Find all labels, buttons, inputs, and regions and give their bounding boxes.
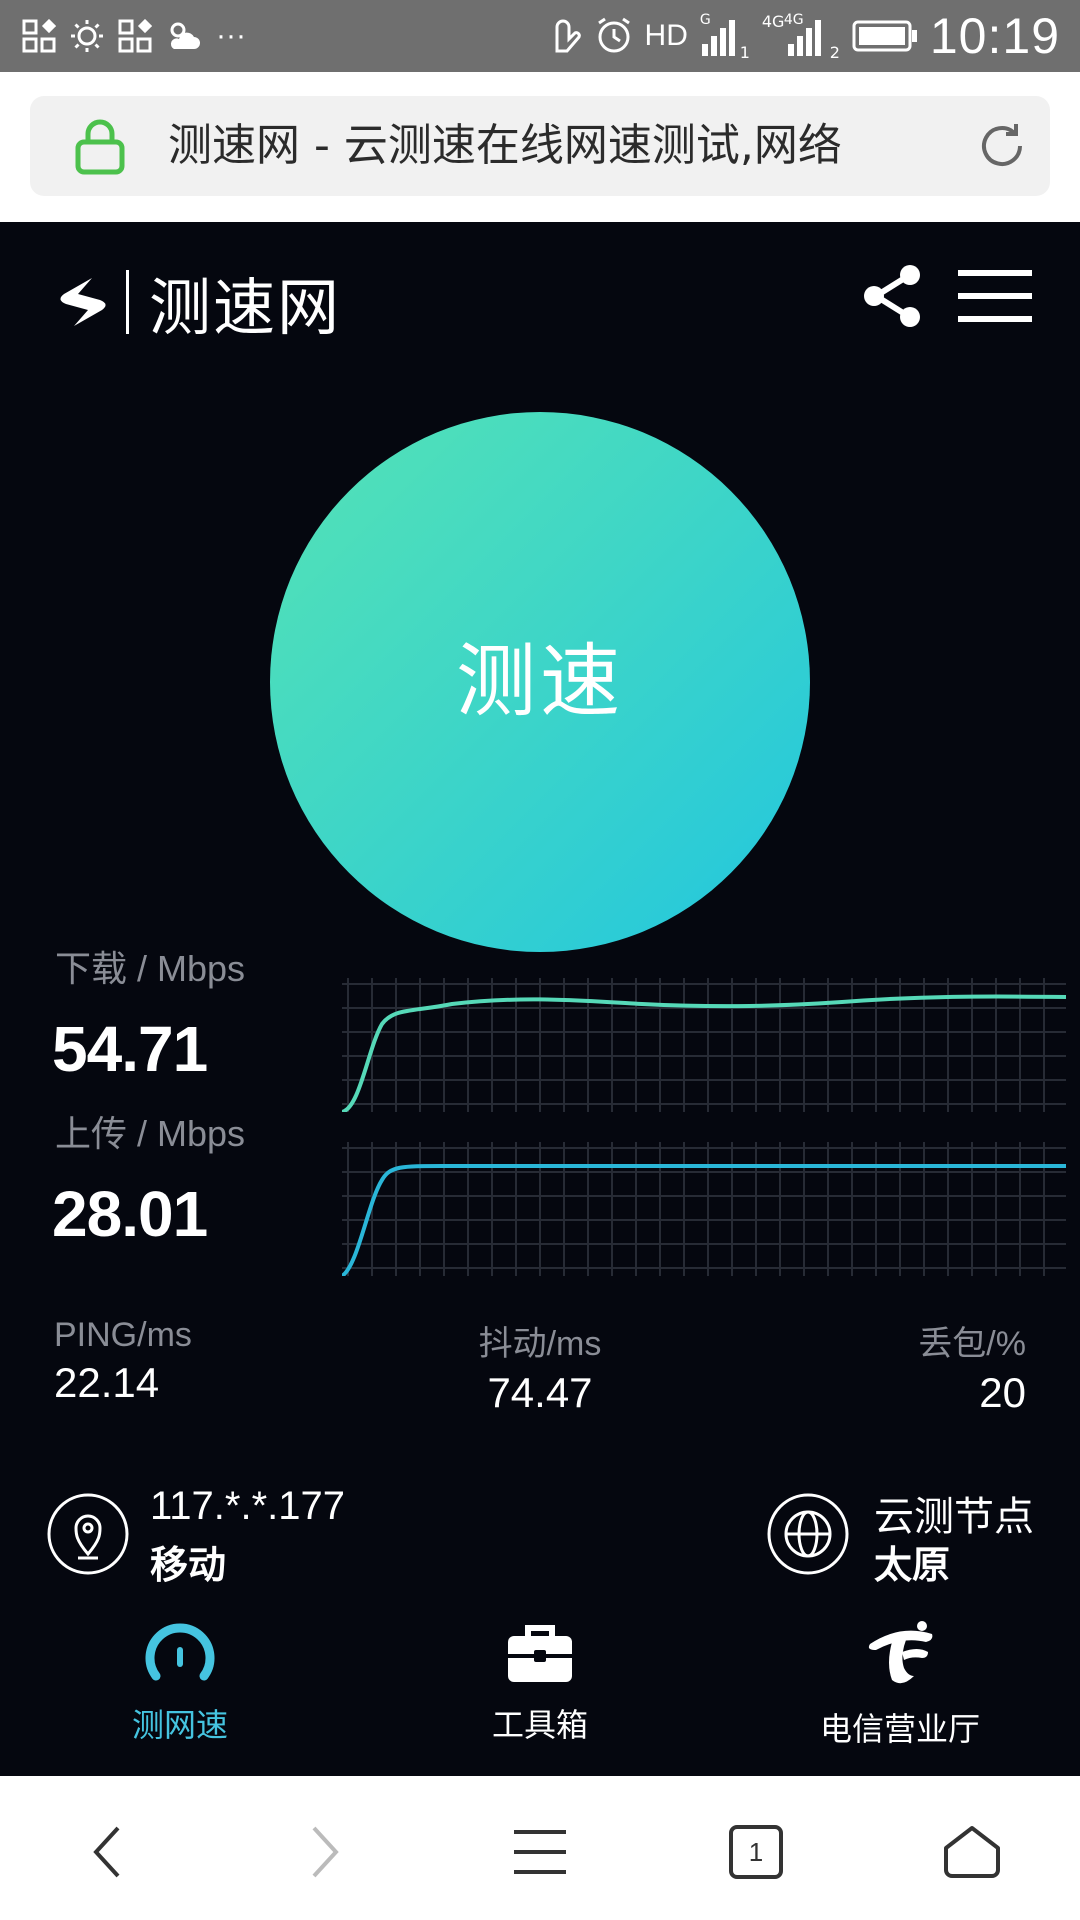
tab-count: 1 <box>748 1837 764 1867</box>
client-isp: 移动 <box>150 1543 227 1587</box>
nav-speedtest[interactable]: 测网速 <box>50 1620 310 1770</box>
chevron-left-icon <box>93 1826 120 1878</box>
nav-toolbox[interactable]: 工具箱 <box>410 1620 670 1770</box>
address-bar[interactable]: 测速网 - 云测速在线网速测试,网络 <box>30 96 1050 196</box>
upload-graph <box>342 1142 1066 1276</box>
ping-stat: PING/ms 22.14 <box>54 1316 192 1407</box>
logo-mark-icon <box>60 278 106 326</box>
signal-sim2: 4G 4G 2 <box>761 12 840 62</box>
back-button[interactable] <box>68 1812 148 1892</box>
location-pin-icon <box>47 1493 129 1575</box>
chevron-right-icon <box>312 1826 339 1878</box>
jitter-value: 74.47 <box>487 1369 593 1416</box>
globe-icon <box>767 1493 849 1575</box>
reload-icon[interactable] <box>974 118 1030 174</box>
browser-address-area: 测速网 - 云测速在线网速测试,网络 <box>0 72 1080 222</box>
home-button[interactable] <box>932 1812 1012 1892</box>
toolbox-icon <box>508 1625 572 1682</box>
menu-icon[interactable] <box>958 270 1032 322</box>
speed-curve <box>342 994 1066 1112</box>
download-label: 下载 / Mbps <box>55 948 246 989</box>
logo-separator <box>126 270 129 334</box>
browser-menu-button[interactable] <box>500 1812 580 1892</box>
forward-button[interactable] <box>284 1812 364 1892</box>
packet-loss-value: 20 <box>979 1369 1026 1416</box>
upload-value: 28.01 <box>52 1178 208 1250</box>
signal-bars-icon <box>701 20 735 56</box>
browser-toolbar: 1 <box>0 1776 1080 1920</box>
ping-label: PING/ms <box>54 1316 192 1354</box>
home-icon <box>944 1826 1000 1878</box>
system-icons: HD G 1 4G 4G 2 10:19 <box>553 8 1060 64</box>
nav-telecom-store[interactable]: 电信营业厅 <box>770 1620 1030 1770</box>
ping-value: 22.14 <box>54 1359 160 1406</box>
packet-loss-stat: 丢包/% 20 <box>918 1316 1026 1417</box>
logo-text: 测速网 <box>149 271 342 344</box>
alarm-icon <box>597 17 630 53</box>
nav-toolbox-label: 工具箱 <box>491 1706 588 1744</box>
tabs-button[interactable]: 1 <box>716 1812 796 1892</box>
share-icon[interactable] <box>862 264 922 328</box>
download-graph <box>342 978 1066 1112</box>
battery-icon <box>852 20 917 52</box>
clock: 10:19 <box>929 8 1060 64</box>
notification-icons: ··· <box>22 14 246 58</box>
signal-bars-icon <box>787 20 821 56</box>
nfc-icon <box>555 19 581 53</box>
lock-icon <box>75 119 125 175</box>
server-city[interactable]: 太原 <box>874 1534 950 1589</box>
page-title[interactable]: 测速网 - 云测速在线网速测试,网络 <box>168 116 948 176</box>
more-notifications: ··· <box>216 19 246 52</box>
nav-speedtest-label: 测网速 <box>131 1706 228 1744</box>
app-grid-icon <box>22 19 56 53</box>
packet-loss-label: 丢包/% <box>918 1325 1026 1363</box>
gauge-icon <box>145 1623 215 1681</box>
site-logo[interactable]: 测速网 <box>52 262 341 344</box>
status-bar: ··· HD G 1 4G 4G 2 10:19 <box>0 0 1080 72</box>
start-speedtest-label: 测速 <box>456 637 624 726</box>
app-grid-icon <box>118 19 152 53</box>
client-ip: 117.*.*.177 <box>150 1484 345 1528</box>
speedtest-page: 测速网 测速 下载 / Mbps 54.71 上传 / Mbps 28.01 P… <box>0 222 1080 1776</box>
weather-icon <box>170 22 200 49</box>
brightness-icon <box>71 20 103 52</box>
signal-sim1: G 1 <box>699 12 750 62</box>
hd-indicator: HD <box>644 19 688 52</box>
start-speedtest-button[interactable]: 测速 <box>270 412 810 952</box>
upload-label: 上传 / Mbps <box>55 1113 246 1154</box>
nav-telecom-store-label: 电信营业厅 <box>819 1710 980 1748</box>
jitter-label: 抖动/ms <box>478 1325 602 1363</box>
download-value: 54.71 <box>52 1013 208 1085</box>
telecom-logo-icon <box>868 1621 933 1684</box>
jitter-stat: 抖动/ms 74.47 <box>440 1316 640 1417</box>
hamburger-icon <box>514 1830 566 1874</box>
